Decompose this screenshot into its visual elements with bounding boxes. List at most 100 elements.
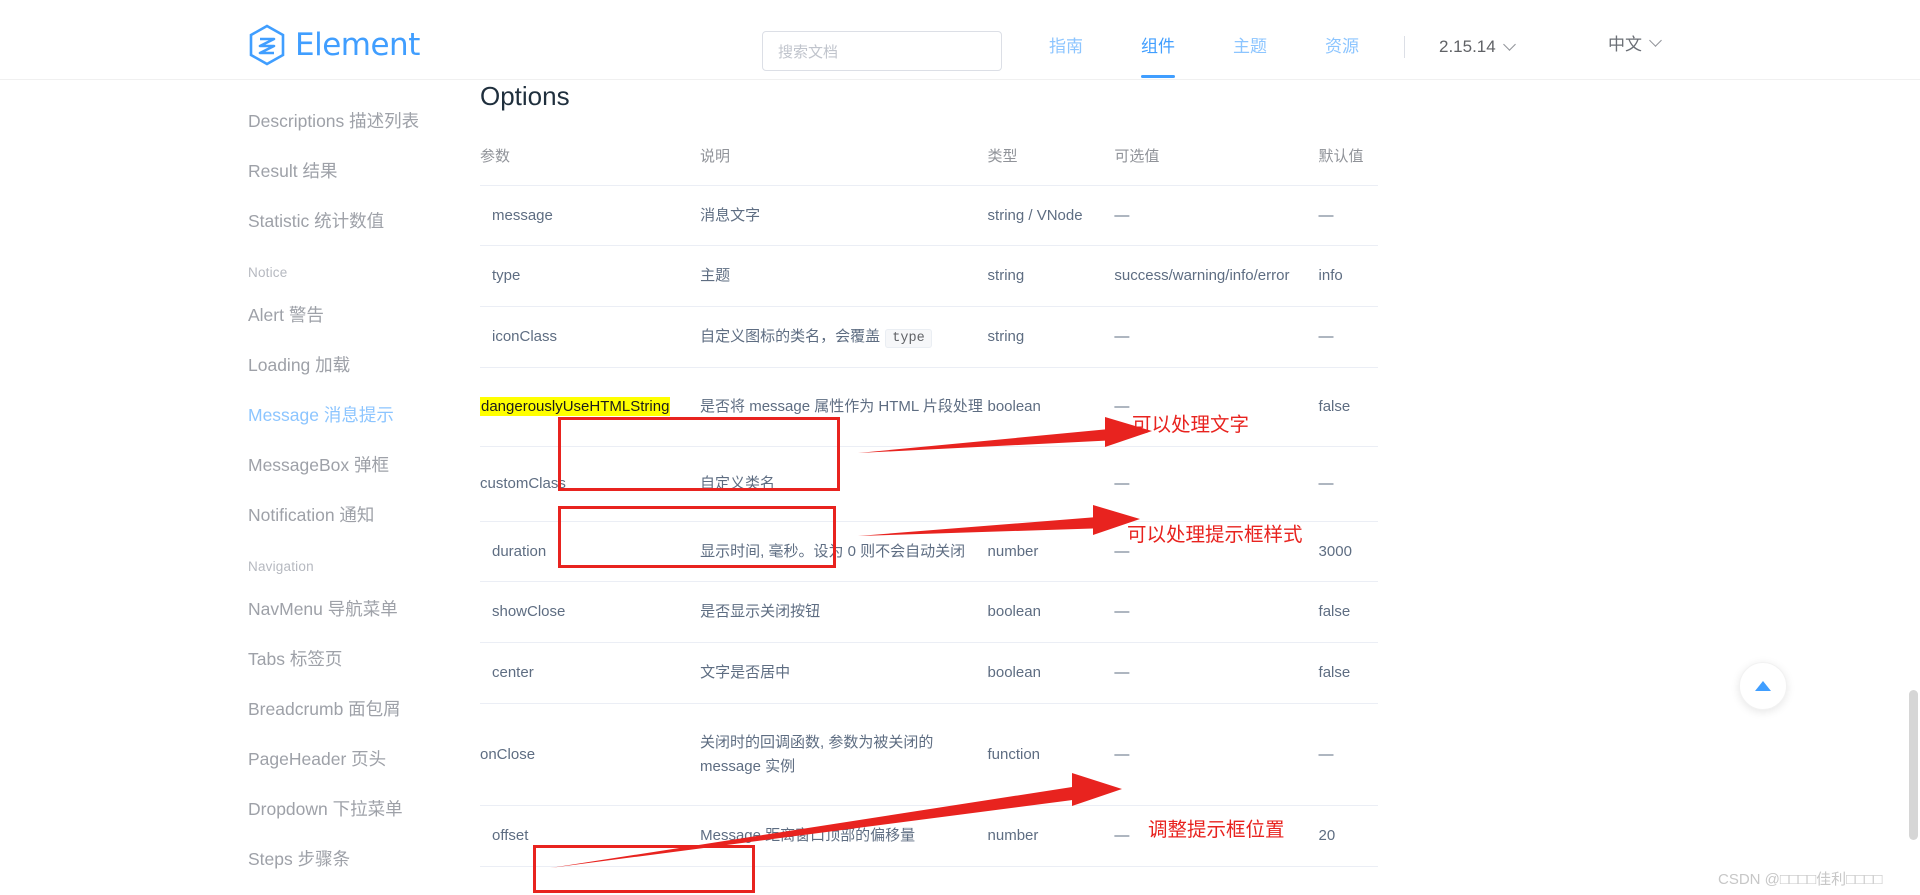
annotation-position-handling: 调整提示框位置 [1148,819,1285,841]
cell-param: customClass [480,475,566,493]
table-row: message 消息文字 string / VNode — — [480,186,1378,247]
cell-options: — [1114,664,1130,682]
cell-default: 3000 [1318,542,1352,560]
options-table: 参数 说明 类型 可选值 默认值 message 消息文字 string / V… [480,131,1378,867]
cell-type: number [987,827,1039,845]
cell-type: string [987,267,1025,285]
table-row: center 文字是否居中 boolean — false [480,643,1378,704]
cell-desc: Message 距离窗口顶部的偏移量 [700,827,916,845]
cell-default: false [1318,398,1351,416]
cell-default: — [1318,206,1334,224]
sidebar-item-navmenu[interactable]: NavMenu 导航菜单 [0,584,470,634]
cell-type: boolean [987,603,1041,621]
search-input[interactable]: 搜索文档 [762,31,1002,71]
cell-type: string [987,328,1025,346]
page-root: Element 搜索文档 指南 组件 主题 资源 2.15.14 中文 Desc… [0,0,1920,895]
table-header-options: 可选值 [1114,148,1160,165]
element-hexagon-logo-icon [248,24,286,66]
inline-code-type: type [885,329,932,349]
sidebar-item-message[interactable]: Message 消息提示 [0,390,470,440]
search-placeholder: 搜索文档 [778,43,839,61]
cell-default: 20 [1318,827,1336,845]
annotation-style-handling: 可以处理提示框样式 [1127,524,1303,546]
cell-desc: 消息文字 [700,206,761,224]
cell-desc-text: 自定义图标的类名，会覆盖 [700,328,885,346]
nav-item-components[interactable]: 组件 [1112,28,1204,78]
cell-options: — [1114,745,1130,763]
sidebar-group-notice: Notice [248,265,288,280]
cell-param: duration [492,542,547,560]
table-header-desc: 说明 [700,148,731,165]
page-scrollbar-track[interactable] [1906,0,1920,895]
cell-desc: 是否显示关闭按钮 [700,603,821,621]
sidebar-item-steps[interactable]: Steps 步骤条 [0,834,470,884]
table-header-type: 类型 [987,148,1018,165]
main-nav: 指南 组件 主题 资源 2.15.14 [1020,28,1515,78]
cell-desc: 显示时间, 毫秒。设为 0 则不会自动关闭 [700,542,966,560]
chevron-down-icon [1505,40,1515,50]
cell-desc: 关闭时的回调函数, 参数为被关闭的 message 实例 [700,733,934,775]
cell-desc: 主题 [700,267,731,285]
cell-default: info [1318,267,1343,285]
sidebar-item-result[interactable]: Result 结果 [0,146,470,196]
cell-default: false [1318,603,1351,621]
sidebar-item-tabs[interactable]: Tabs 标签页 [0,634,470,684]
language-label: 中文 [1608,35,1642,54]
sidebar-item-breadcrumb[interactable]: Breadcrumb 面包屑 [0,684,470,734]
page-scrollbar-thumb[interactable] [1909,690,1918,840]
cell-options: — [1114,206,1130,224]
chevron-down-icon [1651,36,1661,46]
sidebar-item-alert[interactable]: Alert 警告 [0,290,470,340]
cell-type [987,459,1114,509]
logo-text: Element [295,27,420,63]
cell-param: type [492,267,521,285]
triangle-up-icon [1755,681,1771,691]
version-selector[interactable]: 2.15.14 [1439,37,1515,57]
nav-item-resources[interactable]: 资源 [1296,28,1388,66]
site-header: Element 搜索文档 指南 组件 主题 资源 2.15.14 中文 [0,0,1920,80]
cell-param: dangerouslyUseHTMLString [480,368,700,446]
cell-default: false [1318,664,1351,682]
table-row: customClass 自定义类名 — — [480,447,1378,522]
table-row: iconClass 自定义图标的类名，会覆盖 type string — — [480,307,1378,369]
sidebar-group-navigation: Navigation [248,559,314,574]
cell-param: center [492,664,534,682]
cell-options: — [1114,475,1130,493]
sidebar-item-messagebox[interactable]: MessageBox 弹框 [0,440,470,490]
cell-type: number [987,542,1039,560]
table-header-row: 参数 说明 类型 可选值 默认值 [480,131,1378,186]
cell-desc: 是否将 message 属性作为 HTML 片段处理 [700,398,983,416]
cell-type: function [987,745,1041,763]
cell-options: success/warning/info/error [1114,267,1290,285]
sidebar-item-notification[interactable]: Notification 通知 [0,490,470,540]
nav-item-theme[interactable]: 主题 [1204,28,1296,66]
table-header-default: 默认值 [1318,148,1364,165]
cell-type: boolean [987,664,1041,682]
nav-divider [1404,36,1405,58]
sidebar-item-pageheader[interactable]: PageHeader 页头 [0,734,470,784]
table-row: showClose 是否显示关闭按钮 boolean — false [480,582,1378,644]
cell-param: offset [492,827,529,845]
table-row: type 主题 string success/warning/info/erro… [480,246,1378,308]
cell-param: onClose [480,745,536,763]
sidebar-nav: Descriptions 描述列表 Result 结果 Statistic 统计… [0,81,470,895]
sidebar-item-dropdown[interactable]: Dropdown 下拉菜单 [0,784,470,834]
nav-item-guide[interactable]: 指南 [1020,28,1112,66]
sidebar-item-descriptions[interactable]: Descriptions 描述列表 [0,96,470,146]
site-logo[interactable]: Element [248,24,420,66]
sidebar-item-statistic[interactable]: Statistic 统计数值 [0,196,470,246]
version-label: 2.15.14 [1439,37,1496,56]
cell-default: — [1318,475,1334,493]
cell-type: boolean [987,398,1041,416]
language-selector[interactable]: 中文 [1608,30,1661,55]
page-title: Options [480,81,570,111]
cell-default: — [1318,328,1334,346]
cell-param: showClose [492,603,566,621]
cell-default: — [1318,745,1334,763]
annotation-text-handling: 可以处理文字 [1132,414,1250,436]
highlighted-param: dangerouslyUseHTMLString [480,397,671,417]
cell-options: — [1114,328,1130,346]
table-row: onClose 关闭时的回调函数, 参数为被关闭的 message 实例 fun… [480,704,1378,807]
back-to-top-button[interactable] [1739,662,1787,710]
sidebar-item-loading[interactable]: Loading 加载 [0,340,470,390]
